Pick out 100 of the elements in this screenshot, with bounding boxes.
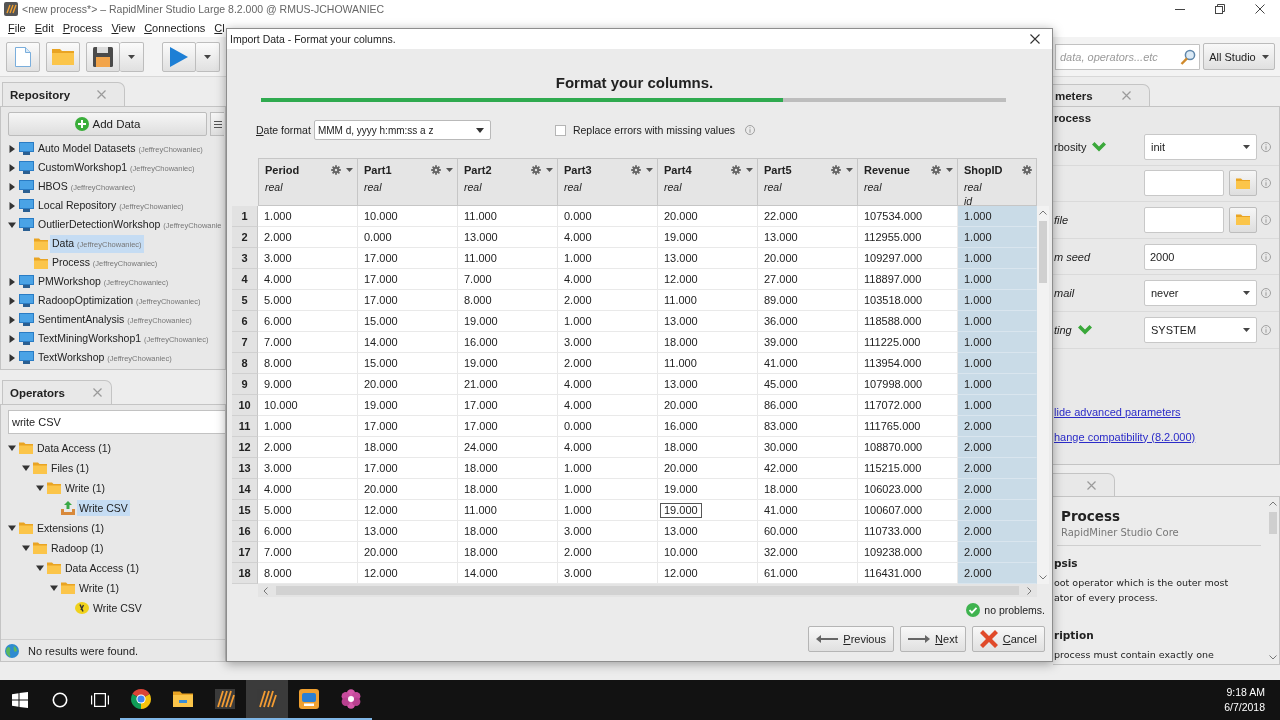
menu-item[interactable]: File bbox=[8, 21, 26, 34]
scope-dropdown[interactable]: All Studio bbox=[1203, 43, 1275, 70]
column-header[interactable]: Part1 real bbox=[358, 158, 458, 206]
caret-icon[interactable] bbox=[846, 168, 853, 172]
tree-toggle-icon[interactable] bbox=[8, 334, 16, 343]
caret-icon[interactable] bbox=[646, 168, 653, 172]
column-header[interactable]: Part2 real bbox=[458, 158, 558, 206]
tree-toggle-icon[interactable] bbox=[8, 201, 16, 210]
table-cell: 1.000 bbox=[558, 311, 658, 332]
gear-icon[interactable] bbox=[331, 165, 341, 175]
tree-toggle-icon[interactable] bbox=[8, 315, 16, 324]
panel-tab[interactable]: Repository bbox=[2, 82, 125, 106]
tree-toggle-icon[interactable] bbox=[8, 144, 16, 153]
gear-icon[interactable] bbox=[431, 165, 441, 175]
link[interactable]: hange compatibility (8.2.000) bbox=[1054, 427, 1196, 446]
caret-icon[interactable] bbox=[546, 168, 553, 172]
dropdown[interactable]: init bbox=[1144, 133, 1257, 160]
dropdown[interactable]: SYSTEM bbox=[1144, 316, 1257, 343]
tree-toggle-icon[interactable] bbox=[50, 584, 58, 592]
info-icon bbox=[745, 125, 756, 135]
table-cell: 20.000 bbox=[658, 458, 758, 479]
caret-icon[interactable] bbox=[446, 168, 453, 172]
menu-item[interactable]: Process bbox=[62, 21, 103, 34]
menu-item[interactable]: Edit bbox=[34, 21, 54, 34]
input-field[interactable] bbox=[1144, 170, 1224, 197]
menu-item[interactable]: View bbox=[111, 21, 136, 34]
dropdown-button[interactable] bbox=[196, 41, 220, 72]
tree-toggle-icon[interactable] bbox=[8, 182, 16, 191]
tree-item[interactable]: Files (1) bbox=[49, 460, 91, 476]
tree-toggle-icon[interactable] bbox=[8, 444, 16, 452]
previous-button[interactable]: Previous bbox=[808, 626, 895, 652]
chevron-right-icon[interactable] bbox=[1027, 586, 1032, 595]
tree-item[interactable]: Write CSV bbox=[77, 500, 130, 516]
panel-tab[interactable]: meters bbox=[1053, 84, 1150, 106]
tree-toggle-icon[interactable] bbox=[36, 564, 44, 572]
search-icon[interactable] bbox=[1178, 43, 1200, 70]
tree-item[interactable]: Data Access (1) bbox=[35, 440, 114, 456]
folder-icon bbox=[33, 542, 47, 554]
column-header[interactable]: ShopID real id bbox=[958, 158, 1037, 206]
folder-icon bbox=[19, 442, 33, 454]
tree-item[interactable]: Radoop (1) bbox=[49, 540, 106, 556]
gear-icon[interactable] bbox=[1022, 165, 1032, 175]
menu-item[interactable]: Cl bbox=[214, 21, 225, 34]
tree-toggle-icon[interactable] bbox=[8, 277, 16, 286]
menu-button[interactable] bbox=[210, 112, 224, 136]
column-header[interactable]: Part3 real bbox=[558, 158, 658, 206]
gear-icon[interactable] bbox=[631, 165, 641, 175]
vertical-scrollbar[interactable] bbox=[1037, 206, 1049, 584]
checkbox-label: Replace errors with missing values bbox=[572, 124, 736, 136]
scrollbar-thumb[interactable] bbox=[1039, 221, 1047, 283]
table-cell: 13.000 bbox=[658, 521, 758, 542]
tree-toggle-icon[interactable] bbox=[22, 544, 30, 552]
save-button[interactable] bbox=[86, 41, 120, 72]
tree-item[interactable]: Write CSV bbox=[91, 600, 144, 616]
search-field[interactable]: write CSV bbox=[8, 410, 225, 434]
tree-toggle-icon[interactable] bbox=[8, 353, 16, 362]
tree-item[interactable]: Write (1) bbox=[63, 480, 108, 496]
input-field[interactable]: 2000 bbox=[1144, 243, 1257, 270]
chevron-up-icon[interactable] bbox=[1269, 501, 1277, 506]
tree-item[interactable]: Write (1) bbox=[77, 580, 122, 596]
add-data-button[interactable]: Add Data bbox=[8, 112, 207, 136]
panel-tab[interactable]: Operators bbox=[2, 380, 112, 404]
next-button[interactable]: Next bbox=[900, 626, 966, 652]
search-field[interactable]: data, operators...etc bbox=[1055, 43, 1178, 70]
checkbox[interactable] bbox=[554, 124, 566, 136]
tree-toggle-icon[interactable] bbox=[8, 296, 16, 305]
caret-icon[interactable] bbox=[346, 168, 353, 172]
chevron-down-icon[interactable] bbox=[1269, 655, 1277, 660]
date-format-dropdown[interactable]: MMM d, yyyy h:mm:ss a z bbox=[313, 120, 491, 140]
gear-icon[interactable] bbox=[731, 165, 741, 175]
chevron-up-icon[interactable] bbox=[1039, 210, 1047, 215]
caret-icon[interactable] bbox=[746, 168, 753, 172]
chevron-down-icon[interactable] bbox=[1039, 575, 1047, 580]
table-cell: 18.000 bbox=[458, 542, 558, 563]
column-header[interactable]: Part5 real bbox=[758, 158, 858, 206]
cancel-button[interactable]: Cancel bbox=[971, 626, 1045, 652]
menu-item[interactable]: Connections bbox=[144, 21, 206, 34]
gear-icon[interactable] bbox=[931, 165, 941, 175]
caret-icon[interactable] bbox=[946, 168, 953, 172]
gear-icon[interactable] bbox=[831, 165, 841, 175]
tree-toggle-icon[interactable] bbox=[22, 464, 30, 472]
column-header[interactable]: Period real bbox=[258, 158, 358, 206]
tree-toggle-icon[interactable] bbox=[8, 220, 16, 229]
gear-icon[interactable] bbox=[531, 165, 541, 175]
tree-toggle-icon[interactable] bbox=[36, 484, 44, 492]
dropdown[interactable]: never bbox=[1144, 280, 1257, 307]
column-header[interactable]: Revenue real bbox=[858, 158, 958, 206]
tree-item[interactable]: Data Access (1) bbox=[63, 560, 142, 576]
tree-item[interactable]: Extensions (1) bbox=[35, 520, 107, 536]
tree-toggle-icon[interactable] bbox=[8, 163, 16, 172]
horizontal-scrollbar[interactable] bbox=[258, 584, 1037, 597]
input-field[interactable] bbox=[1144, 207, 1224, 233]
table-cell: 2.000 bbox=[958, 458, 1037, 479]
column-header[interactable]: Part4 real bbox=[658, 158, 758, 206]
tree-toggle-icon[interactable] bbox=[8, 524, 16, 532]
run-button[interactable] bbox=[162, 41, 196, 72]
link[interactable]: lide advanced parameters bbox=[1054, 402, 1181, 421]
scrollbar-thumb[interactable] bbox=[1269, 512, 1277, 534]
chevron-left-icon[interactable] bbox=[263, 586, 268, 595]
folder-icon bbox=[34, 256, 48, 269]
